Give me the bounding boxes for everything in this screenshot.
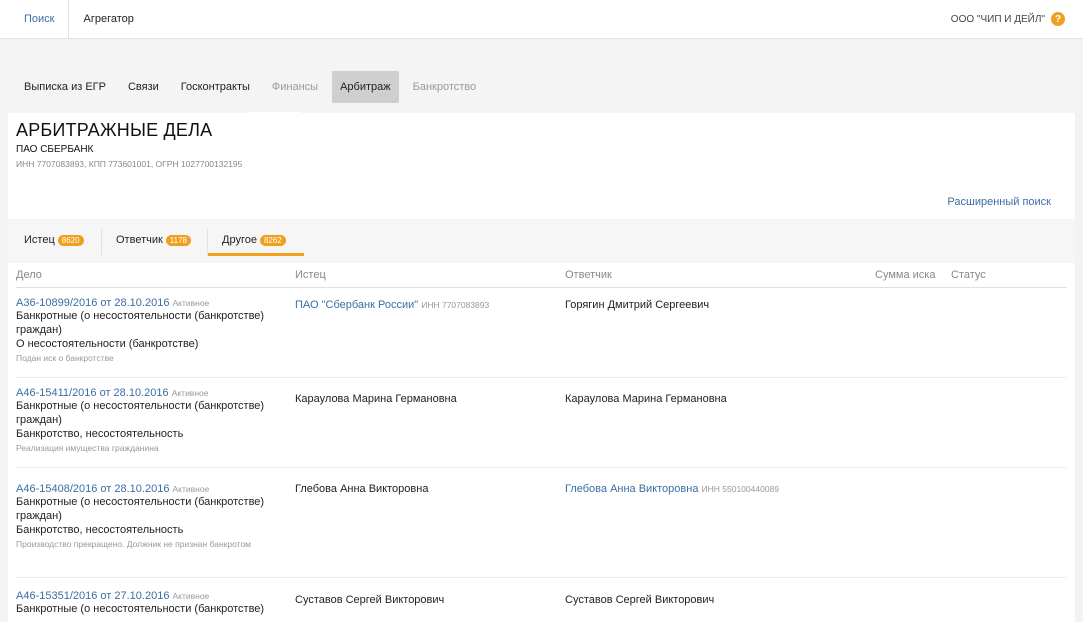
defendant-cell: Караулова Марина Германовна	[565, 393, 727, 405]
case-link[interactable]: А46-15408/2016 от 28.10.2016	[16, 483, 169, 495]
case-link[interactable]: А46-15351/2016 от 27.10.2016	[16, 590, 169, 602]
tab-divider	[101, 229, 102, 255]
defendant-inn: ИНН 550100440089	[701, 484, 779, 494]
case-state: Активное	[172, 484, 210, 494]
col-plaintiff: Истец	[295, 269, 326, 281]
defendant-name: Суставов Сергей Викторович	[565, 594, 715, 606]
defendant-link[interactable]: Глебова Анна Викторовна	[565, 483, 698, 495]
col-case: Дело	[16, 269, 42, 281]
plaintiff-link[interactable]: ПАО "Сбербанк России"	[295, 299, 418, 311]
plaintiff-cell: Караулова Марина Германовна	[295, 393, 457, 405]
top-bar: Поиск Агрегатор ООО "ЧИП И ДЕЙЛ" ?	[0, 0, 1083, 39]
tab-defendant-count: 1178	[165, 234, 191, 246]
case-link[interactable]: А36-10899/2016 от 28.10.2016	[16, 297, 169, 309]
section-tabs: Выписка из ЕГР Связи Госконтракты Финанс…	[8, 57, 1075, 113]
tab-plaintiff-label: Истец	[24, 234, 55, 246]
case-subcategory: Банкротство, несостоятельность	[16, 428, 184, 440]
tab-defendant-label: Ответчик	[116, 234, 163, 246]
plaintiff-name: Караулова Марина Германовна	[295, 393, 457, 405]
case-subcategory: Банкротство, несостоятельность	[16, 524, 184, 536]
company-ids: ИНН 7707083893, КПП 773601001, ОГРН 1027…	[16, 159, 243, 169]
tab-plaintiff-count: 8620	[57, 234, 84, 246]
main-panel: Выписка из ЕГР Связи Госконтракты Финанс…	[8, 57, 1075, 622]
tab-divider	[207, 229, 208, 255]
table-row: А46-15351/2016 от 27.10.2016 Активное Ба…	[16, 579, 1067, 622]
plaintiff-name: Суставов Сергей Викторович	[295, 594, 445, 606]
case-subcategory: О несостоятельности (банкротстве)	[16, 338, 199, 350]
tab-contracts[interactable]: Госконтракты	[173, 71, 258, 103]
case-link[interactable]: А46-15411/2016 от 28.10.2016	[16, 387, 169, 399]
active-tab-underline	[208, 253, 304, 256]
case-state: Активное	[171, 388, 209, 398]
advanced-search-link[interactable]: Расширенный поиск	[947, 196, 1051, 208]
tab-other-label: Другое	[222, 234, 257, 246]
col-defendant: Ответчик	[565, 269, 612, 281]
tab-arbitration[interactable]: Арбитраж	[332, 71, 399, 103]
case-note: Производство прекращено. Должник не приз…	[16, 539, 252, 549]
company-name: ПАО СБЕРБАНК	[16, 144, 94, 155]
case-cell: А46-15411/2016 от 28.10.2016 Активное Ба…	[16, 387, 278, 455]
defendant-name: Горягин Дмитрий Сергеевич	[565, 299, 710, 311]
case-state: Активное	[172, 591, 210, 601]
case-note: Подан иск о банкротстве	[16, 353, 114, 363]
tab-other[interactable]: Другое 8262	[222, 229, 286, 251]
plaintiff-cell: ПАО "Сбербанк России" ИНН 7707083893	[295, 299, 489, 311]
case-state: Активное	[172, 298, 210, 308]
tab-bankruptcy[interactable]: Банкротство	[405, 71, 485, 103]
case-category: Банкротные (о несостоятельности (банкрот…	[16, 310, 265, 336]
defendant-cell: Горягин Дмитрий Сергеевич	[565, 299, 709, 311]
plaintiff-cell: Суставов Сергей Викторович	[295, 594, 444, 606]
case-category: Банкротные (о несостоятельности (банкрот…	[16, 496, 265, 522]
company-menu[interactable]: ООО "ЧИП И ДЕЙЛ" ?	[951, 0, 1065, 38]
tab-links[interactable]: Связи	[120, 71, 167, 103]
defendant-cell: Глебова Анна Викторовна ИНН 550100440089	[565, 483, 779, 495]
defendant-cell: Суставов Сергей Викторович	[565, 594, 714, 606]
col-status: Статус	[951, 269, 986, 281]
table-row: А46-15408/2016 от 28.10.2016 Активное Ба…	[16, 469, 1067, 578]
company-label[interactable]: ООО "ЧИП И ДЕЙЛ"	[951, 14, 1045, 25]
nav-search-link[interactable]: Поиск	[10, 0, 68, 38]
case-note: Реализация имущества гражданина	[16, 443, 159, 453]
tab-egr[interactable]: Выписка из ЕГР	[16, 71, 114, 103]
case-cell: А36-10899/2016 от 28.10.2016 Активное Ба…	[16, 297, 278, 365]
plaintiff-inn: ИНН 7707083893	[421, 300, 490, 310]
defendant-name: Караулова Марина Германовна	[565, 393, 727, 405]
table-row: А46-15411/2016 от 28.10.2016 Активное Ба…	[16, 379, 1067, 468]
case-category: Банкротные (о несостоятельности (банкрот…	[16, 400, 265, 426]
case-cell: А46-15408/2016 от 28.10.2016 Активное Ба…	[16, 483, 278, 551]
plaintiff-cell: Глебова Анна Викторовна	[295, 483, 428, 495]
case-category: Банкротные (о несостоятельности (банкрот…	[16, 603, 265, 615]
top-nav: Поиск Агрегатор	[10, 0, 148, 38]
plaintiff-name: Глебова Анна Викторовна	[295, 483, 429, 495]
tab-finance[interactable]: Финансы	[264, 71, 326, 103]
case-cell: А46-15351/2016 от 27.10.2016 Активное Ба…	[16, 590, 278, 616]
table-header: Дело Истец Ответчик Сумма иска Статус	[16, 265, 1067, 288]
tab-other-count: 8262	[259, 234, 286, 246]
page-title: АРБИТРАЖНЫЕ ДЕЛА	[16, 120, 213, 140]
party-tabs: Истец 8620 Ответчик 1178 Другое 8262	[8, 219, 1075, 263]
blank-box	[246, 112, 301, 140]
tab-defendant[interactable]: Ответчик 1178	[116, 229, 191, 251]
nav-aggregator-link[interactable]: Агрегатор	[68, 0, 147, 38]
tab-plaintiff[interactable]: Истец 8620	[24, 229, 84, 251]
col-amount: Сумма иска	[875, 269, 936, 281]
table-row: А36-10899/2016 от 28.10.2016 Активное Ба…	[16, 289, 1067, 378]
help-icon[interactable]: ?	[1051, 12, 1065, 26]
